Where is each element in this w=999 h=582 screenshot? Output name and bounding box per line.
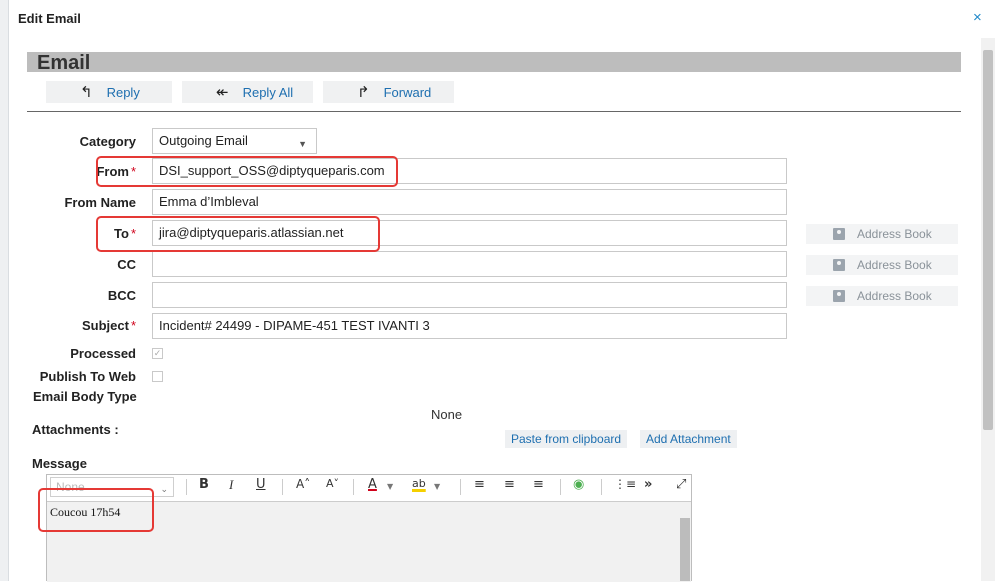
toolbar-divider xyxy=(27,111,961,112)
dialog-scrollbar-thumb[interactable] xyxy=(983,50,993,430)
from-name-field[interactable]: Emma d’Imbleval xyxy=(152,189,787,215)
address-book-icon xyxy=(833,228,845,240)
reply-all-label: Reply All xyxy=(242,84,294,100)
align-right-icon[interactable]: ≡ xyxy=(533,477,544,492)
category-select[interactable]: Outgoing Email ▼ xyxy=(152,128,317,154)
toolbar-separator xyxy=(353,479,354,495)
underline-icon[interactable]: U xyxy=(256,477,266,492)
publish-to-web-checkbox[interactable] xyxy=(152,371,163,382)
reply-icon: ↰ xyxy=(80,84,93,101)
cc-field[interactable] xyxy=(152,251,787,277)
forward-label: Forward xyxy=(383,84,432,100)
list-icon[interactable]: ⋮≡ xyxy=(614,477,636,491)
italic-icon[interactable]: I xyxy=(229,477,233,493)
annotation-box-to xyxy=(96,216,380,252)
chevron-down-icon[interactable]: ▼ xyxy=(434,482,440,491)
reply-all-icon: ↞ xyxy=(216,84,229,101)
publish-to-web-label: Publish To Web xyxy=(39,369,136,384)
address-book-icon xyxy=(833,259,845,271)
font-shrink-icon[interactable]: A˅ xyxy=(326,477,339,490)
attachments-none-text: None xyxy=(431,407,463,422)
chevron-down-icon: ▼ xyxy=(298,139,307,149)
editor-scrollbar[interactable] xyxy=(680,518,690,581)
email-body-type-label: Email Body Type xyxy=(33,389,137,404)
annotation-box-from xyxy=(96,156,398,187)
font-grow-icon[interactable]: A˄ xyxy=(296,477,310,491)
cc-address-book-button[interactable]: Address Book xyxy=(806,255,958,275)
subject-field[interactable]: Incident# 24499 - DIPAME-451 TEST IVANTI… xyxy=(152,313,787,339)
reply-all-button[interactable]: ↞ Reply All xyxy=(182,81,313,103)
align-center-icon[interactable]: ≡ xyxy=(504,477,515,492)
forward-icon: ↱ xyxy=(357,84,370,101)
chevron-down-icon[interactable]: ▼ xyxy=(387,482,393,491)
add-attachment-button[interactable]: Add Attachment xyxy=(640,430,737,448)
address-book-label: Address Book xyxy=(857,289,932,303)
section-header-bar xyxy=(27,52,961,72)
toolbar-separator xyxy=(460,479,461,495)
subject-label: Subject * xyxy=(81,318,136,333)
address-book-label: Address Book xyxy=(857,227,932,241)
align-left-icon[interactable]: ≡ xyxy=(474,477,485,492)
toolbar-separator xyxy=(601,479,602,495)
insert-image-icon[interactable]: ◉ xyxy=(573,477,584,492)
message-label: Message xyxy=(32,456,87,471)
processed-checkbox[interactable]: ✓ xyxy=(152,348,163,359)
section-title: Email xyxy=(37,52,91,74)
attachments-label: Attachments : xyxy=(32,422,119,437)
paste-from-clipboard-button[interactable]: Paste from clipboard xyxy=(505,430,628,448)
toolbar-separator xyxy=(282,479,283,495)
category-value: Outgoing Email xyxy=(159,133,248,148)
more-icon[interactable]: » xyxy=(644,477,652,492)
cc-label: CC xyxy=(117,257,136,272)
bcc-field[interactable] xyxy=(152,282,787,308)
chevron-down-icon: ⌄ xyxy=(160,484,168,494)
background-window-edge xyxy=(0,0,9,581)
required-marker: * xyxy=(130,318,136,333)
forward-button[interactable]: ↱ Forward xyxy=(323,81,454,103)
dialog-title: Edit Email xyxy=(18,11,81,26)
address-book-icon xyxy=(833,290,845,302)
toolbar-separator xyxy=(186,479,187,495)
toolbar-separator xyxy=(560,479,561,495)
highlight-icon[interactable]: ab xyxy=(412,477,426,490)
expand-icon[interactable]: ⤢ xyxy=(676,477,686,492)
from-name-label: From Name xyxy=(64,195,136,210)
annotation-box-message xyxy=(38,488,154,532)
address-book-label: Address Book xyxy=(857,258,932,272)
bcc-label: BCC xyxy=(107,288,136,303)
bold-icon[interactable]: B xyxy=(199,477,209,492)
to-address-book-button[interactable]: Address Book xyxy=(806,224,958,244)
reply-button[interactable]: ↰ Reply xyxy=(46,81,172,103)
processed-label: Processed xyxy=(70,346,136,361)
close-icon[interactable]: × xyxy=(973,9,982,26)
font-color-icon[interactable]: A xyxy=(368,477,377,492)
reply-label: Reply xyxy=(106,84,140,100)
bcc-address-book-button[interactable]: Address Book xyxy=(806,286,958,306)
category-label: Category xyxy=(79,134,136,149)
